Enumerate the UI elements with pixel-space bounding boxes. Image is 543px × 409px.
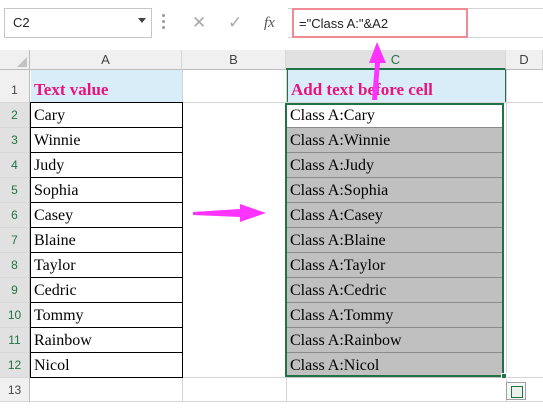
row-header[interactable]: 7 [0, 228, 30, 253]
gridline [506, 70, 507, 402]
gridline [31, 127, 182, 128]
cell-a7[interactable]: Blaine [31, 228, 182, 253]
row-header[interactable]: 5 [0, 178, 30, 203]
select-all-icon [17, 57, 27, 67]
insert-function-icon[interactable]: fx [264, 8, 275, 38]
gridline [31, 177, 182, 178]
column-header-b[interactable]: B [182, 50, 286, 70]
column-header-a[interactable]: A [30, 50, 182, 70]
row-header[interactable]: 11 [0, 328, 30, 353]
row-header[interactable]: 3 [0, 128, 30, 153]
gridline [31, 227, 182, 228]
row-header[interactable]: 13 [0, 378, 30, 402]
cell-a3[interactable]: Winnie [31, 128, 182, 153]
formula-input[interactable]: ="Class A:"&A2 [292, 8, 468, 38]
gridline [31, 352, 182, 353]
cell-a8[interactable]: Taylor [31, 253, 182, 278]
gridline [31, 152, 182, 153]
row-header[interactable]: 10 [0, 303, 30, 328]
quick-analysis-icon[interactable] [506, 382, 526, 400]
arrow-right-icon [193, 204, 266, 222]
row-header[interactable]: 2 [0, 103, 30, 128]
cell-a6[interactable]: Casey [31, 203, 182, 228]
row-header[interactable]: 9 [0, 278, 30, 303]
cell-a12[interactable]: Nicol [31, 353, 182, 378]
formula-bar-grip-icon[interactable] [162, 12, 166, 32]
gridline [31, 327, 182, 328]
gridline [31, 252, 182, 253]
name-box[interactable]: C2 [4, 8, 152, 38]
cell-a1[interactable]: Text value [31, 70, 182, 102]
row-header-spacer [0, 70, 30, 78]
row-header[interactable]: 8 [0, 253, 30, 278]
gridline [30, 401, 543, 402]
fill-handle[interactable] [501, 373, 507, 379]
name-box-dropdown-icon[interactable] [138, 18, 146, 23]
row-header[interactable]: 6 [0, 203, 30, 228]
column-header-c[interactable]: C [286, 50, 506, 70]
cell-a5[interactable]: Sophia [31, 178, 182, 203]
row-header[interactable]: 1 [0, 78, 30, 103]
gridline [31, 302, 182, 303]
cell-a2[interactable]: Cary [31, 103, 182, 128]
gridline [31, 277, 182, 278]
cell-a4[interactable]: Judy [31, 153, 182, 178]
formula-bar-buttons: ✕ ✓ fx [178, 8, 286, 38]
row-header[interactable]: 12 [0, 353, 30, 378]
column-header-d[interactable]: D [506, 50, 543, 70]
row-header[interactable]: 4 [0, 153, 30, 178]
cell-c1[interactable]: Add text before cell [287, 70, 506, 102]
cell-a11[interactable]: Rainbow [31, 328, 182, 353]
cell-a9[interactable]: Cedric [31, 278, 182, 303]
checkmark-icon[interactable]: ✓ [228, 8, 242, 38]
cell-a10[interactable]: Tommy [31, 303, 182, 328]
cancel-icon[interactable]: ✕ [192, 8, 206, 38]
selection-outline [285, 103, 504, 377]
gridline [31, 202, 182, 203]
